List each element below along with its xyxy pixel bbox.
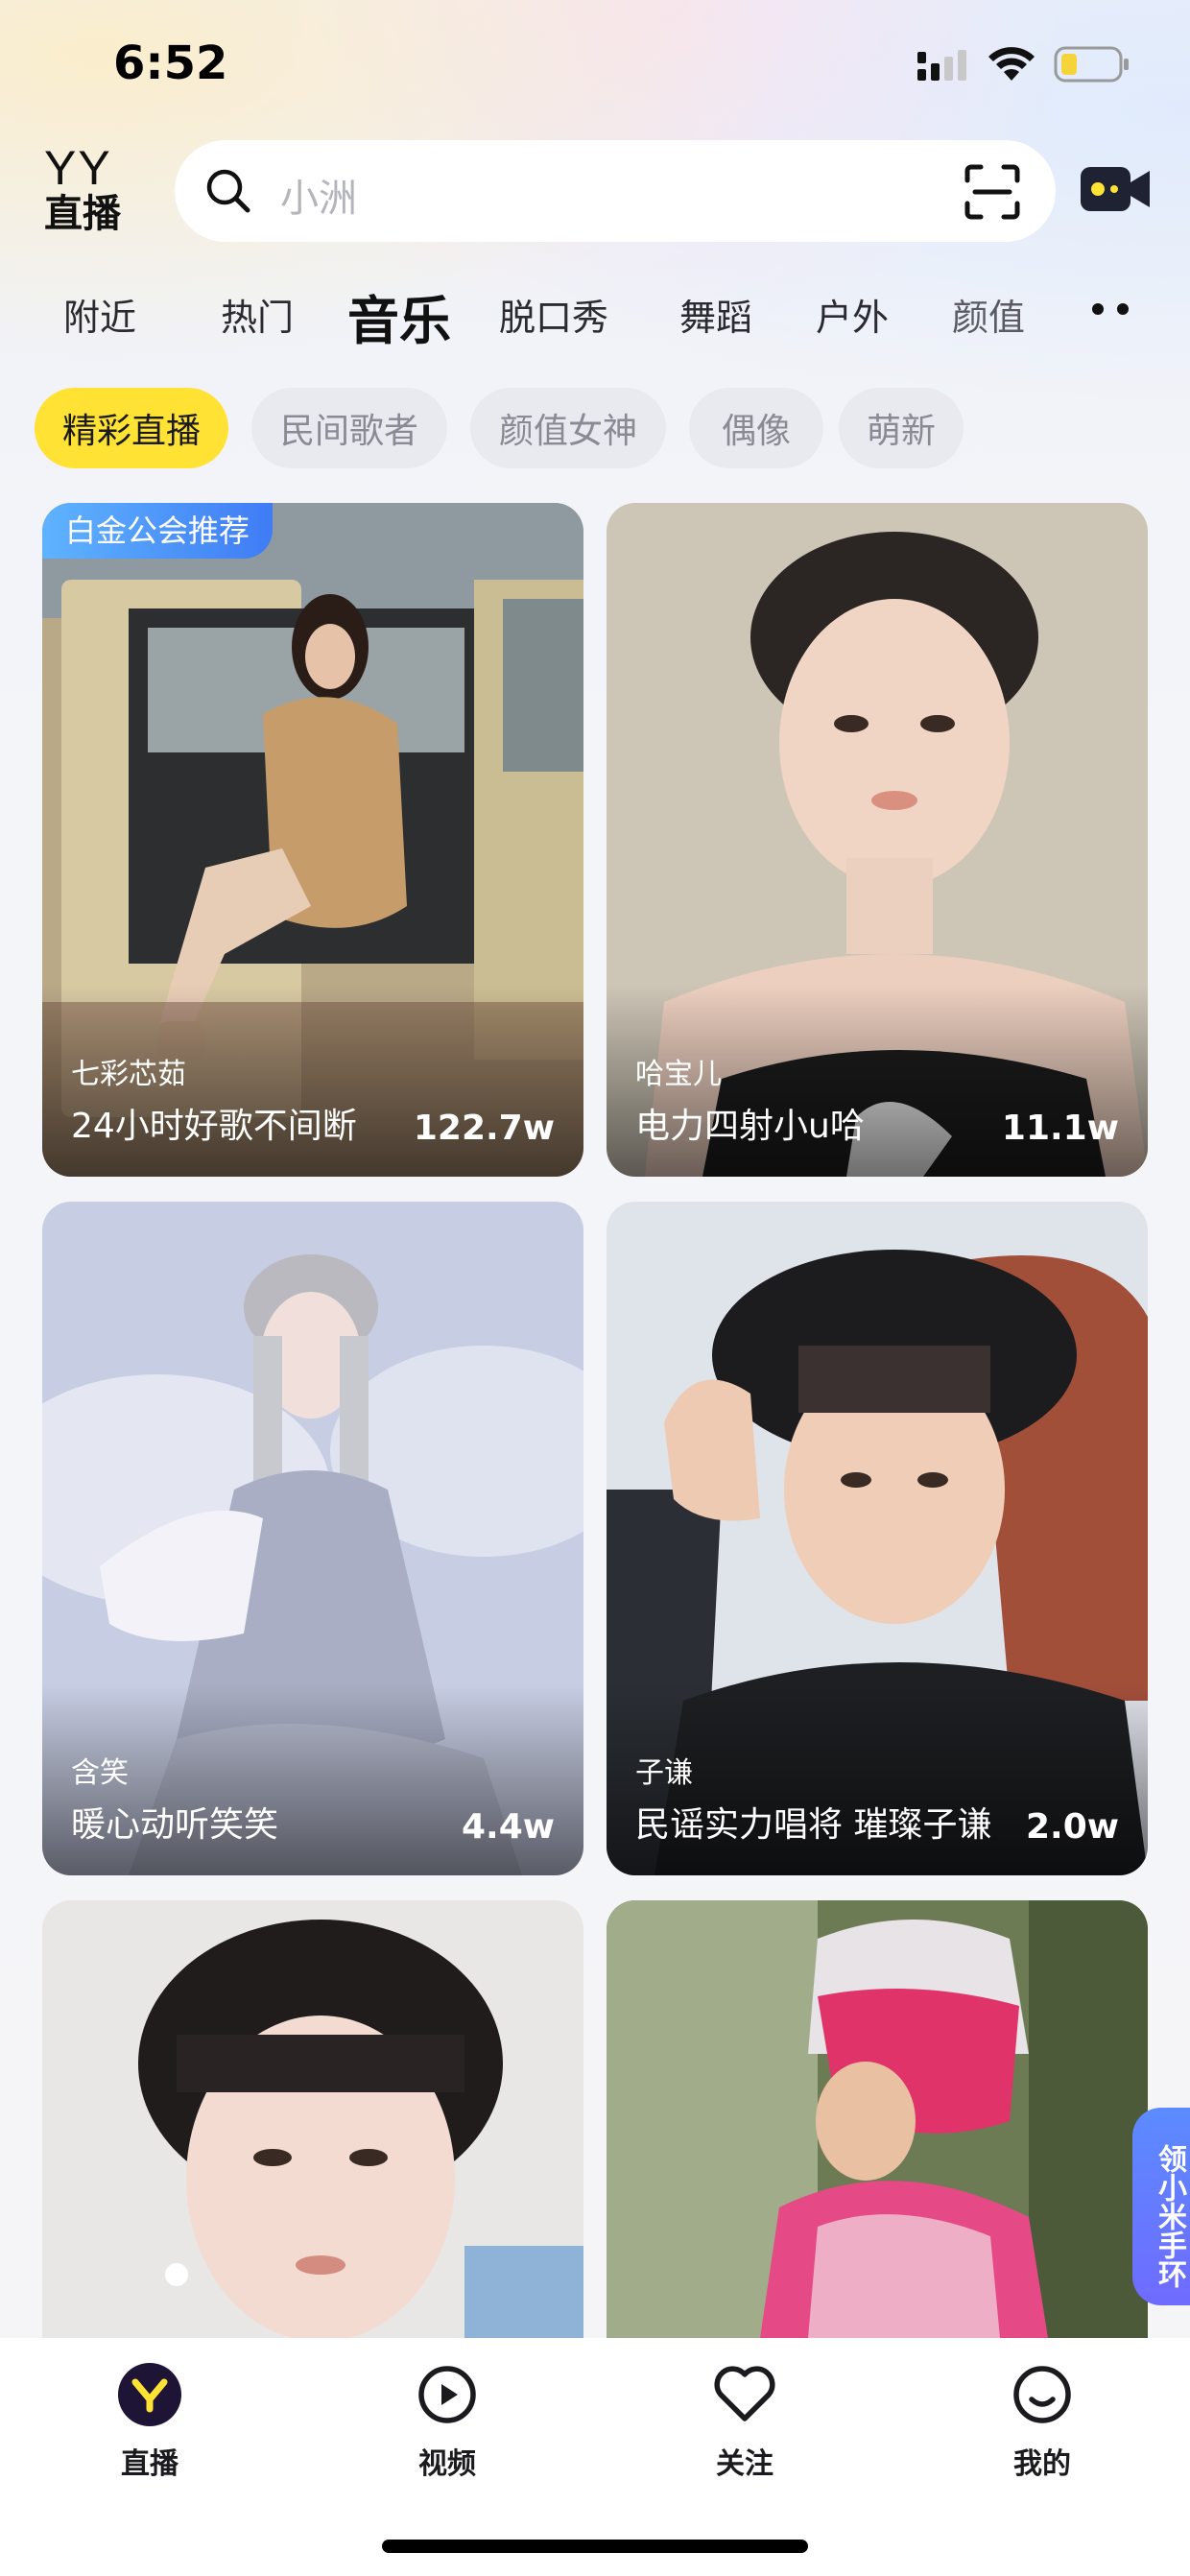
viewer-count: 122.7w	[413, 1109, 555, 1148]
stream-title: 24小时好歌不间断	[71, 1107, 357, 1146]
yy-logo[interactable]: YY 直播	[44, 144, 140, 240]
tab-dance[interactable]: 舞蹈	[679, 288, 752, 341]
live-card[interactable]: 白金公会推荐 推荐 七彩芯茹 24小时好歌不间断 122.7w	[42, 503, 583, 1177]
tab-hot[interactable]: 热门	[221, 288, 294, 341]
viewer-count: 4.4w	[461, 1807, 555, 1847]
heart-icon	[714, 2366, 775, 2421]
live-card[interactable]	[42, 1900, 583, 2338]
status-time: 6:52	[113, 36, 228, 90]
chip-idol[interactable]: 偶像	[689, 388, 823, 468]
anchor-name: 子谦	[635, 1756, 693, 1790]
nav-live[interactable]: 直播	[83, 2361, 217, 2482]
logo-text-top: YY	[44, 141, 112, 195]
live-card[interactable]: 含笑 暖心动听笑笑 4.4w	[42, 1202, 583, 1875]
tab-talk-show[interactable]: 脱口秀	[499, 288, 608, 341]
more-icon[interactable]	[1090, 301, 1130, 317]
live-card[interactable]	[607, 1900, 1148, 2338]
promo-side-banner[interactable]: 领小米手环	[1132, 2108, 1190, 2305]
anchor-name: 哈宝儿	[635, 1058, 722, 1091]
search-placeholder: 小洲	[280, 177, 357, 221]
nav-follow[interactable]: 关注	[678, 2361, 812, 2482]
tab-nearby[interactable]: 附近	[63, 288, 136, 341]
wifi-icon	[988, 47, 1035, 81]
chip-folk-singers[interactable]: 民间歌者	[251, 388, 447, 468]
chip-newcomer[interactable]: 萌新	[839, 388, 964, 468]
stream-thumbnail	[42, 1900, 583, 2338]
scan-icon[interactable]	[962, 161, 1023, 223]
battery-icon	[1054, 46, 1129, 83]
stream-thumbnail	[607, 1900, 1148, 2338]
live-camera-icon[interactable]	[1079, 157, 1152, 221]
tab-outdoor[interactable]: 户外	[816, 288, 889, 341]
profile-icon	[1013, 2366, 1071, 2423]
logo-text-bottom: 直播	[44, 192, 121, 236]
stream-title: 民谣实力唱将 璀璨子谦	[635, 1805, 992, 1845]
nav-profile[interactable]: 我的	[975, 2361, 1109, 2482]
status-bar: 6:52	[0, 0, 1190, 134]
chip-featured[interactable]: 精彩直播	[35, 388, 228, 468]
nav-label-follow: 关注	[716, 2447, 774, 2481]
signal-icon	[917, 50, 966, 81]
chip-beauty-goddess[interactable]: 颜值女神	[470, 388, 666, 468]
video-icon	[418, 2366, 476, 2423]
tab-music[interactable]: 音乐	[347, 278, 451, 354]
nav-label-live: 直播	[121, 2447, 178, 2481]
stream-title: 暖心动听笑笑	[71, 1805, 279, 1845]
nav-video[interactable]: 视频	[380, 2361, 514, 2482]
search-icon	[206, 169, 250, 213]
tab-looks[interactable]: 颜值	[952, 288, 1025, 341]
home-indicator	[382, 2540, 808, 2553]
live-card[interactable]: 子谦 民谣实力唱将 璀璨子谦 2.0w	[607, 1202, 1148, 1875]
nav-label-video: 视频	[418, 2447, 476, 2481]
sub-category-chips: 精彩直播 民间歌者 颜值女神 偶像 萌新	[0, 388, 1190, 468]
viewer-count: 2.0w	[1025, 1807, 1119, 1847]
recommend-badge: 白金公会推荐 推荐	[42, 503, 362, 559]
live-card[interactable]: 哈宝儿 电力四射小u哈 11.1w	[607, 503, 1148, 1177]
badge-label: 白金公会推荐	[42, 503, 274, 559]
category-tabs: 附近 热门 音乐 脱口秀 舞蹈 户外 颜值	[0, 278, 1190, 351]
nav-label-profile: 我的	[1013, 2447, 1071, 2481]
viewer-count: 11.1w	[1001, 1109, 1119, 1148]
stream-title: 电力四射小u哈	[635, 1107, 865, 1146]
anchor-name: 含笑	[71, 1756, 129, 1790]
anchor-name: 七彩芯茹	[71, 1058, 186, 1091]
search-bar[interactable]: 小洲	[175, 140, 1056, 242]
yy-live-icon	[118, 2363, 181, 2426]
